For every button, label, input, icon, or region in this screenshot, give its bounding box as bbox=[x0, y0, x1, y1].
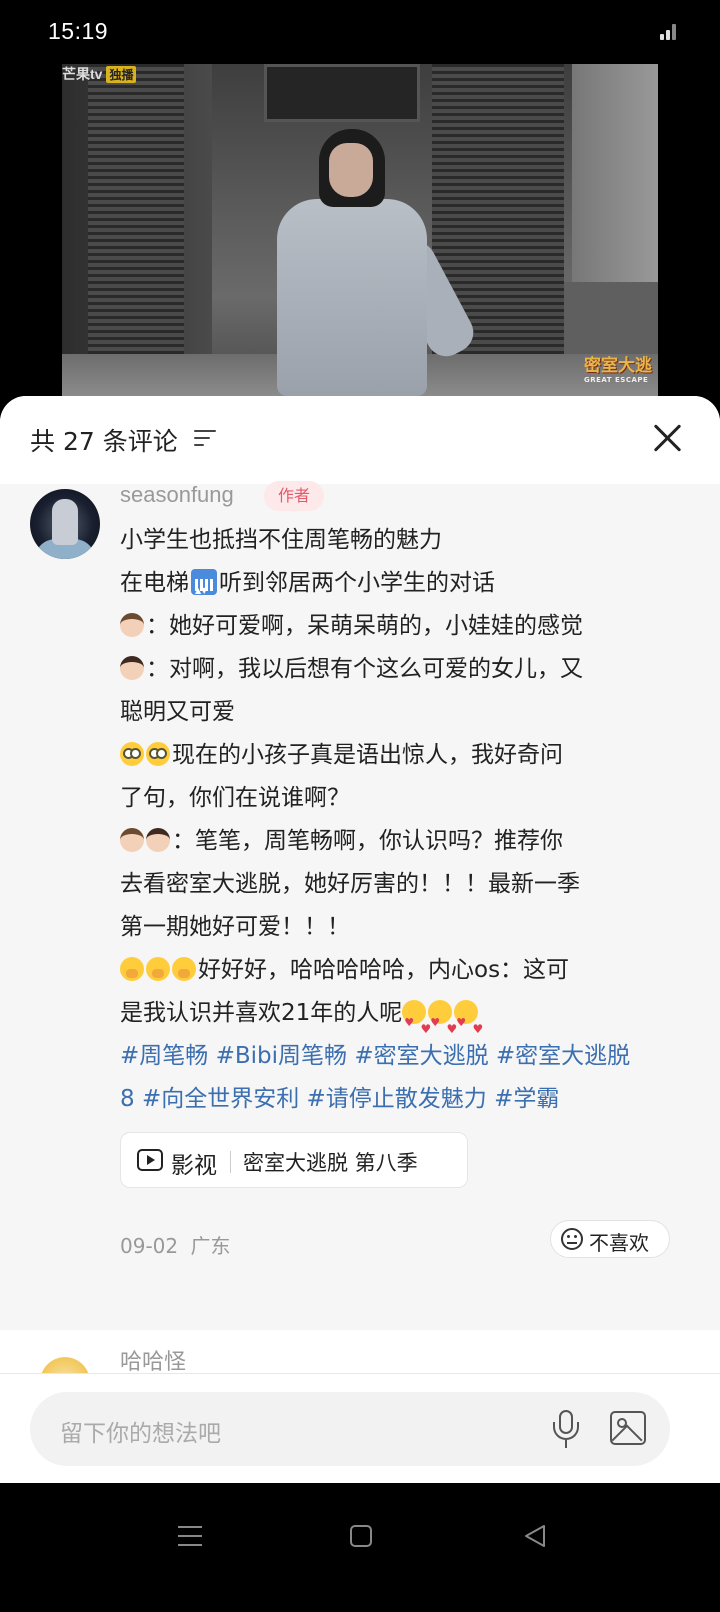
comment-line: 第一期她好可爱！！！ bbox=[120, 914, 350, 940]
dislike-label: 不喜欢 bbox=[589, 1231, 649, 1255]
home-icon[interactable] bbox=[350, 1525, 372, 1547]
comments-header: 共 27 条评论 bbox=[0, 396, 720, 484]
giggle-emoji-icon bbox=[172, 957, 196, 981]
exclusive-badge: 独播 bbox=[106, 66, 137, 83]
comment-line: 去看密室大逃脱，她好厉害的！！！最新一季 bbox=[120, 871, 580, 897]
boy-emoji-icon bbox=[120, 613, 144, 637]
comment-input[interactable]: 留下你的想法吧 bbox=[30, 1392, 670, 1466]
sort-filter-icon[interactable] bbox=[194, 430, 216, 448]
status-time: 15:19 bbox=[48, 18, 109, 44]
comments-count-title: 共 27 条评论 bbox=[30, 427, 178, 456]
show-logo: 密室大逃 GREAT ESCAPE bbox=[584, 356, 652, 384]
system-nav-bar bbox=[0, 1483, 720, 1612]
comment-line: 是我认识并喜欢21年的人呢 bbox=[120, 992, 680, 1051]
neutral-face-icon bbox=[561, 1228, 583, 1250]
comment-line: ：对啊，我以后想有个这么可爱的女儿，又 bbox=[120, 648, 680, 691]
girl-emoji-icon bbox=[146, 828, 170, 852]
status-bar: 15:19 bbox=[0, 0, 720, 64]
author-badge: 作者 bbox=[264, 481, 324, 511]
channel-logo: 芒果tv 独播 bbox=[62, 64, 137, 83]
video-person bbox=[267, 129, 481, 396]
comment-line: ：笔笔，周笔畅啊，你认识吗？推荐你 bbox=[120, 820, 680, 863]
comment-line: 好好好，哈哈哈哈哈，内心os：这可 bbox=[120, 949, 680, 992]
giggle-emoji-icon bbox=[146, 957, 170, 981]
comment-location: 广东 bbox=[190, 1234, 231, 1258]
comment-line: 聪明又可爱 bbox=[120, 699, 235, 725]
comment-line: 了句，你们在说谁啊？ bbox=[120, 785, 350, 811]
boy-emoji-icon bbox=[120, 828, 144, 852]
comment-text: 小学生也抵挡不住周笔畅的魅力 在电梯听到邻居两个小学生的对话 ：她好可爱啊，呆萌… bbox=[120, 519, 680, 1121]
close-icon[interactable] bbox=[652, 422, 684, 454]
smiling-hearts-emoji-icon bbox=[402, 1000, 431, 1051]
dislike-button[interactable]: 不喜欢 bbox=[550, 1220, 670, 1258]
flushed-emoji-icon bbox=[120, 742, 144, 766]
play-icon bbox=[137, 1149, 163, 1171]
girl-emoji-icon bbox=[120, 656, 144, 680]
flushed-emoji-icon bbox=[146, 742, 170, 766]
tag-kind: 影视 bbox=[171, 1153, 217, 1179]
hashtag-line[interactable]: #周笔畅 #Bibi周笔畅 #密室大逃脱 #密室大逃脱 bbox=[120, 1035, 680, 1078]
video-tag-chip[interactable]: 影视 密室大逃脱 第八季 bbox=[120, 1132, 468, 1188]
tag-title: 密室大逃脱 第八季 bbox=[243, 1151, 418, 1175]
microphone-icon[interactable] bbox=[550, 1410, 582, 1450]
elevator-emoji-icon bbox=[191, 569, 217, 612]
video-player[interactable]: 芒果tv 独播 密室大逃 GREAT ESCAPE bbox=[62, 64, 658, 396]
smiling-hearts-emoji-icon bbox=[454, 1000, 483, 1051]
input-placeholder: 留下你的想法吧 bbox=[60, 1421, 221, 1447]
avatar[interactable] bbox=[30, 489, 100, 559]
comment-date: 09-02 bbox=[120, 1234, 179, 1258]
wall-screen bbox=[264, 64, 420, 122]
comment-input-bar: 留下你的想法吧 bbox=[0, 1373, 720, 1483]
comment-line: 现在的小孩子真是语出惊人，我好奇问 bbox=[120, 734, 680, 777]
hashtag-line[interactable]: 8 #向全世界安利 #请停止散发魅力 #学霸 bbox=[120, 1078, 680, 1121]
signal-icon bbox=[660, 24, 680, 40]
menu-icon[interactable] bbox=[178, 1526, 202, 1548]
comment-username[interactable]: seasonfung bbox=[120, 482, 234, 508]
smiling-hearts-emoji-icon bbox=[428, 1000, 457, 1051]
comment-meta: 09-02 广东 bbox=[120, 1230, 230, 1259]
comment-username[interactable]: 哈哈怪 bbox=[120, 1344, 186, 1376]
comment-line: 小学生也抵挡不住周笔畅的魅力 bbox=[120, 527, 442, 553]
giggle-emoji-icon bbox=[120, 957, 144, 981]
comment-line: 在电梯听到邻居两个小学生的对话 bbox=[120, 562, 680, 612]
image-icon[interactable] bbox=[610, 1411, 646, 1445]
